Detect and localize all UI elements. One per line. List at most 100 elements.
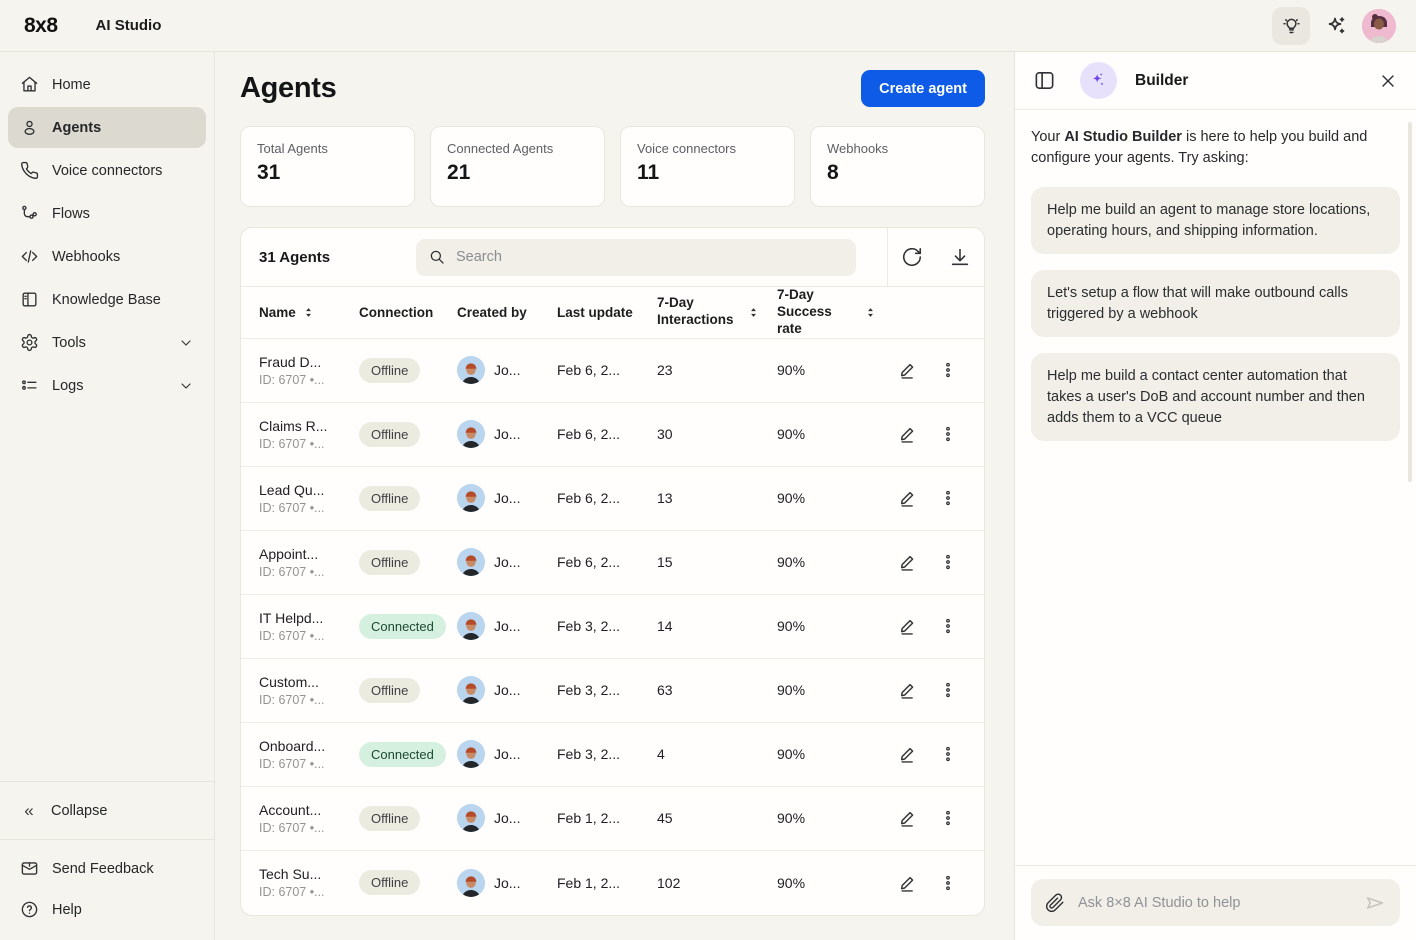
download-button[interactable] (936, 228, 984, 286)
edit-icon (898, 360, 918, 380)
agent-name: Onboard... (259, 738, 359, 754)
suggestion-chip[interactable]: Help me build a contact center automatio… (1031, 353, 1400, 441)
creator-avatar (457, 740, 485, 768)
table-row[interactable]: Lead Qu... ID: 6707 •... Offline (241, 467, 984, 531)
search-box (416, 239, 856, 276)
row-menu-button[interactable] (930, 352, 966, 388)
table-row[interactable]: Custom... ID: 6707 •... Offline (241, 659, 984, 723)
last-update: Feb 6, 2... (557, 426, 657, 442)
suggestion-list: Help me build an agent to manage store l… (1031, 187, 1400, 441)
row-menu-button[interactable] (930, 608, 966, 644)
row-menu-button[interactable] (930, 544, 966, 580)
success-rate-value: 90% (777, 875, 877, 891)
agent-name: Fraud D... (259, 354, 359, 370)
sidebar-item-home[interactable]: Home (8, 64, 206, 105)
help-icon (20, 900, 39, 919)
sort-icon (864, 306, 877, 319)
builder-panel: Builder Your AI Studio Builder is here t… (1014, 52, 1416, 940)
ai-assistant-button[interactable] (1324, 14, 1348, 38)
agent-id: ID: 6707 •... (259, 437, 359, 451)
column-header-interactions[interactable]: 7-Day Interactions (657, 295, 777, 329)
edit-button[interactable] (890, 608, 926, 644)
search-input[interactable] (456, 249, 844, 265)
table-row[interactable]: Account... ID: 6707 •... Offline (241, 787, 984, 851)
help-button[interactable]: Help (0, 889, 214, 930)
send-button[interactable] (1364, 892, 1386, 914)
sidebar-item-label: Voice connectors (52, 163, 162, 179)
stat-value: 11 (637, 161, 778, 185)
table-header-row: Name Connection Created by Last update 7… (241, 286, 984, 339)
row-menu-button[interactable] (930, 416, 966, 452)
table-row[interactable]: Fraud D... ID: 6707 •... Offline (241, 339, 984, 403)
column-header-success-rate[interactable]: 7-Day Success rate (777, 287, 877, 338)
sparkles-icon (1324, 14, 1348, 38)
table-row[interactable]: Appoint... ID: 6707 •... Offline (241, 531, 984, 595)
row-menu-button[interactable] (930, 736, 966, 772)
home-icon (20, 75, 39, 94)
last-update: Feb 6, 2... (557, 362, 657, 378)
sort-icon (747, 306, 760, 319)
table-row[interactable]: IT Helpd... ID: 6707 •... Connected (241, 595, 984, 659)
edit-button[interactable] (890, 800, 926, 836)
edit-button[interactable] (890, 416, 926, 452)
interactions-value: 15 (657, 554, 777, 570)
row-menu-button[interactable] (930, 672, 966, 708)
sidebar-item-logs[interactable]: Logs (8, 365, 206, 406)
edit-button[interactable] (890, 736, 926, 772)
app-title: AI Studio (96, 17, 162, 34)
sidebar-item-agents[interactable]: Agents (8, 107, 206, 148)
table-row[interactable]: Onboard... ID: 6707 •... Connected (241, 723, 984, 787)
edit-button[interactable] (890, 672, 926, 708)
sidebar-item-knowledge-base[interactable]: Knowledge Base (8, 279, 206, 320)
sort-icon (302, 306, 315, 319)
edit-icon (898, 424, 918, 444)
edit-button[interactable] (890, 480, 926, 516)
column-header-name[interactable]: Name (259, 305, 359, 320)
send-feedback-button[interactable]: Send Feedback (0, 848, 214, 889)
create-agent-button[interactable]: Create agent (861, 70, 985, 107)
panel-toggle-button[interactable] (1033, 69, 1056, 92)
table-row[interactable]: Tech Su... ID: 6707 •... Offline (241, 851, 984, 915)
topbar: 8x8 AI Studio (0, 0, 1416, 52)
divider (0, 781, 214, 782)
edit-button[interactable] (890, 865, 926, 901)
lightbulb-button[interactable] (1272, 7, 1310, 45)
close-panel-button[interactable] (1378, 71, 1398, 91)
edit-icon (898, 744, 918, 764)
attach-button[interactable] (1045, 893, 1065, 913)
kebab-menu-icon (939, 552, 957, 572)
sidebar-item-flows[interactable]: Flows (8, 193, 206, 234)
row-menu-button[interactable] (930, 480, 966, 516)
agent-name: Account... (259, 802, 359, 818)
collapse-sidebar-button[interactable]: « Collapse (0, 790, 214, 831)
suggestion-chip[interactable]: Help me build an agent to manage store l… (1031, 187, 1400, 254)
panel-toggle-icon (1033, 69, 1056, 92)
edit-button[interactable] (890, 352, 926, 388)
refresh-button[interactable] (888, 228, 936, 286)
sidebar-item-label: Home (52, 77, 91, 93)
user-avatar[interactable] (1362, 9, 1396, 43)
table-row[interactable]: Claims R... ID: 6707 •... Offline (241, 403, 984, 467)
edit-button[interactable] (890, 544, 926, 580)
builder-ask-input[interactable] (1078, 895, 1351, 911)
code-icon (20, 247, 39, 266)
last-update: Feb 1, 2... (557, 810, 657, 826)
sidebar-item-voice-connectors[interactable]: Voice connectors (8, 150, 206, 191)
search-icon (428, 248, 446, 266)
stat-card: Total Agents 31 (240, 126, 415, 207)
kebab-menu-icon (939, 360, 957, 380)
last-update: Feb 6, 2... (557, 490, 657, 506)
agent-name: Claims R... (259, 418, 359, 434)
scrollbar[interactable] (1408, 122, 1412, 482)
row-menu-button[interactable] (930, 865, 966, 901)
column-header-connection: Connection (359, 305, 457, 320)
row-menu-button[interactable] (930, 800, 966, 836)
interactions-value: 45 (657, 810, 777, 826)
builder-sparkle-icon (1080, 62, 1117, 99)
sidebar-item-webhooks[interactable]: Webhooks (8, 236, 206, 277)
stat-cards: Total Agents 31 Connected Agents 21 Voic… (240, 126, 985, 207)
collapse-label: Collapse (51, 803, 107, 819)
suggestion-chip[interactable]: Let's setup a flow that will make outbou… (1031, 270, 1400, 337)
sidebar-item-tools[interactable]: Tools (8, 322, 206, 363)
last-update: Feb 1, 2... (557, 875, 657, 891)
